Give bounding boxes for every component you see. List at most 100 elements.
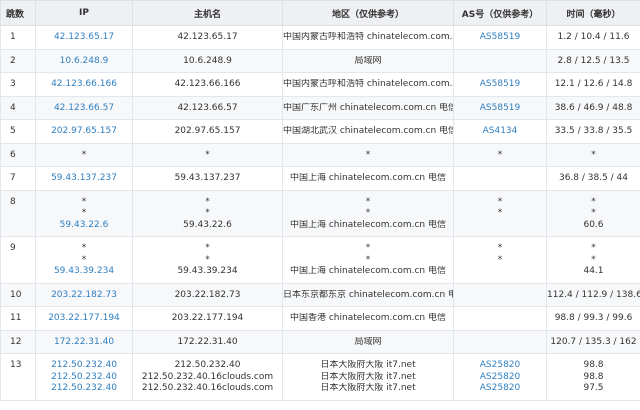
hop-cell: 8 — [0, 189, 36, 237]
as-link — [454, 290, 546, 302]
ip-link[interactable]: 42.123.66.166 — [36, 79, 132, 91]
hop-cell: 1 — [0, 25, 36, 50]
time: 36.8 / 38.5 / 44 — [558, 173, 629, 183]
host-cell: 42.123.66.57 — [132, 95, 283, 120]
ip-link[interactable]: 59.43.22.6 — [36, 220, 132, 232]
region-cell: * — [282, 142, 454, 167]
time-cell: 120.7 / 135.3 / 162 — [546, 329, 640, 354]
hostname: 59.43.22.6 — [183, 219, 232, 230]
time: 33.5 / 33.8 / 35.5 — [554, 126, 633, 136]
region-cell: 中国香港 chinatelecom.com.cn 电信 — [282, 306, 454, 331]
as-link — [454, 173, 546, 185]
table-row: 11 203.22.177.194 203.22.177.194 中国香港 china… — [0, 306, 640, 331]
region: 中国内蒙古呼和浩特 chinatelecom.com.cn 电信 — [283, 32, 453, 42]
hostname: * — [205, 254, 210, 265]
time-cell: * * 60.6 — [546, 189, 640, 237]
region: 局域网 — [354, 55, 382, 66]
as-link — [454, 56, 546, 68]
ip-link[interactable]: 59.43.39.234 — [36, 266, 132, 278]
as-cell — [453, 166, 547, 191]
as-cell: AS58519 — [453, 95, 547, 120]
ip-link[interactable]: 203.22.177.194 — [36, 313, 132, 325]
time-cell: 38.6 / 46.9 / 48.8 — [546, 95, 640, 120]
ip-link[interactable]: 202.97.65.157 — [36, 126, 132, 138]
ip-link[interactable]: 10.6.248.9 — [36, 56, 132, 68]
header-region: 地区（仅供参考） — [282, 0, 454, 26]
host-cell: 203.22.182.73 — [132, 282, 283, 307]
ip-link: * — [81, 208, 87, 218]
time: 2.8 / 12.5 / 13.5 — [557, 55, 630, 66]
region: * — [365, 243, 371, 253]
time: 98.8 — [583, 371, 604, 382]
host-cell: * * 59.43.39.234 — [132, 236, 283, 284]
ip-link[interactable]: 59.43.137.237 — [36, 173, 132, 185]
as-cell: * — [453, 142, 547, 167]
ip-cell: * * 59.43.22.6 — [35, 189, 133, 237]
time-cell: 98.8 / 99.3 / 99.6 — [546, 306, 640, 331]
ip-link[interactable]: 42.123.66.57 — [36, 103, 132, 115]
ip-link[interactable]: 172.22.31.40 — [36, 337, 132, 349]
hop-number: 3 — [10, 79, 16, 89]
as-link: * — [497, 196, 503, 207]
region: 日本大阪府大阪 it7.net — [320, 360, 416, 370]
as-cell: * * — [453, 189, 547, 237]
table-row: 1 42.123.65.17 42.123.65.17 中国内蒙古呼和浩特 china… — [0, 25, 640, 50]
time-cell: 98.8 98.8 97.5 — [546, 353, 640, 401]
hop-number: 7 — [10, 173, 16, 183]
header-as: AS号（仅供参考） — [453, 0, 547, 26]
region-cell: 中国上海 chinatelecom.com.cn 电信 — [282, 166, 454, 191]
hop-number: 1 — [10, 32, 16, 42]
hop-cell: 9 — [0, 236, 36, 284]
ip-link[interactable]: 42.123.65.17 — [36, 32, 132, 44]
hostname: 202.97.65.157 — [174, 126, 241, 136]
ip-cell: 203.22.182.73 — [35, 282, 133, 307]
hop-number: 5 — [10, 126, 16, 136]
ip-link: * — [81, 243, 87, 253]
region: 中国香港 chinatelecom.com.cn 电信 — [289, 313, 446, 323]
region-cell: 日本大阪府大阪 it7.net 日本大阪府大阪 it7.net 日本大阪府大阪 it… — [282, 353, 454, 401]
time-cell: 1.2 / 10.4 / 11.6 — [546, 25, 640, 50]
as-link[interactable]: AS58519 — [454, 103, 546, 115]
table-row: 13 212.50.232.40 212.50.232.40 212.50.232.4… — [0, 353, 640, 401]
ip-cell: 172.22.31.40 — [35, 329, 133, 354]
region: * — [365, 149, 371, 160]
ip-link[interactable]: 212.50.232.40 — [36, 383, 132, 395]
as-cell: * * — [453, 236, 547, 284]
hostname: 42.123.66.57 — [177, 102, 238, 113]
hop-cell: 12 — [0, 329, 36, 354]
time: 120.7 / 135.3 / 162 — [550, 336, 637, 347]
ip-link[interactable]: 212.50.232.40 — [36, 372, 132, 384]
as-link[interactable]: AS4134 — [454, 126, 546, 138]
time: 38.6 / 46.9 / 48.8 — [554, 102, 633, 113]
as-cell — [453, 282, 547, 307]
as-link[interactable]: AS58519 — [454, 79, 546, 91]
table-row: 12 172.22.31.40 172.22.31.40 局域网 120.7 / 135… — [0, 329, 640, 354]
time: 97.5 — [583, 383, 604, 393]
ip-link[interactable]: 212.50.232.40 — [36, 360, 132, 372]
ip-link: * — [81, 254, 87, 265]
as-link[interactable]: AS25820 — [454, 372, 546, 384]
hostname: 212.50.232.40.16clouds.com — [141, 383, 274, 393]
hop-cell: 2 — [0, 48, 36, 73]
host-cell: 59.43.137.237 — [132, 166, 283, 191]
as-cell — [453, 306, 547, 331]
region: * — [365, 196, 371, 207]
time: 60.6 — [583, 219, 604, 230]
table-row: 2 10.6.248.9 10.6.248.9 局域网 2.8 / 12.5 / 13.… — [0, 48, 640, 73]
time-cell: * * 44.1 — [546, 236, 640, 284]
as-link[interactable]: AS58519 — [454, 32, 546, 44]
hop-cell: 6 — [0, 142, 36, 167]
as-link — [454, 313, 546, 325]
as-link[interactable]: AS25820 — [454, 360, 546, 372]
hop-number: 4 — [10, 102, 16, 113]
hop-number: 12 — [10, 336, 22, 347]
host-cell: 203.22.177.194 — [132, 306, 283, 331]
as-cell: AS4134 — [453, 119, 547, 144]
ip-link[interactable]: 203.22.182.73 — [36, 290, 132, 302]
hop-cell: 11 — [0, 306, 36, 331]
ip-cell: 42.123.66.57 — [35, 95, 133, 120]
table-body: 1 42.123.65.17 42.123.65.17 中国内蒙古呼和浩特 china… — [0, 25, 640, 401]
as-link[interactable]: AS25820 — [454, 383, 546, 395]
time-cell: 12.1 / 12.6 / 14.8 — [546, 72, 640, 97]
host-cell: 172.22.31.40 — [132, 329, 283, 354]
